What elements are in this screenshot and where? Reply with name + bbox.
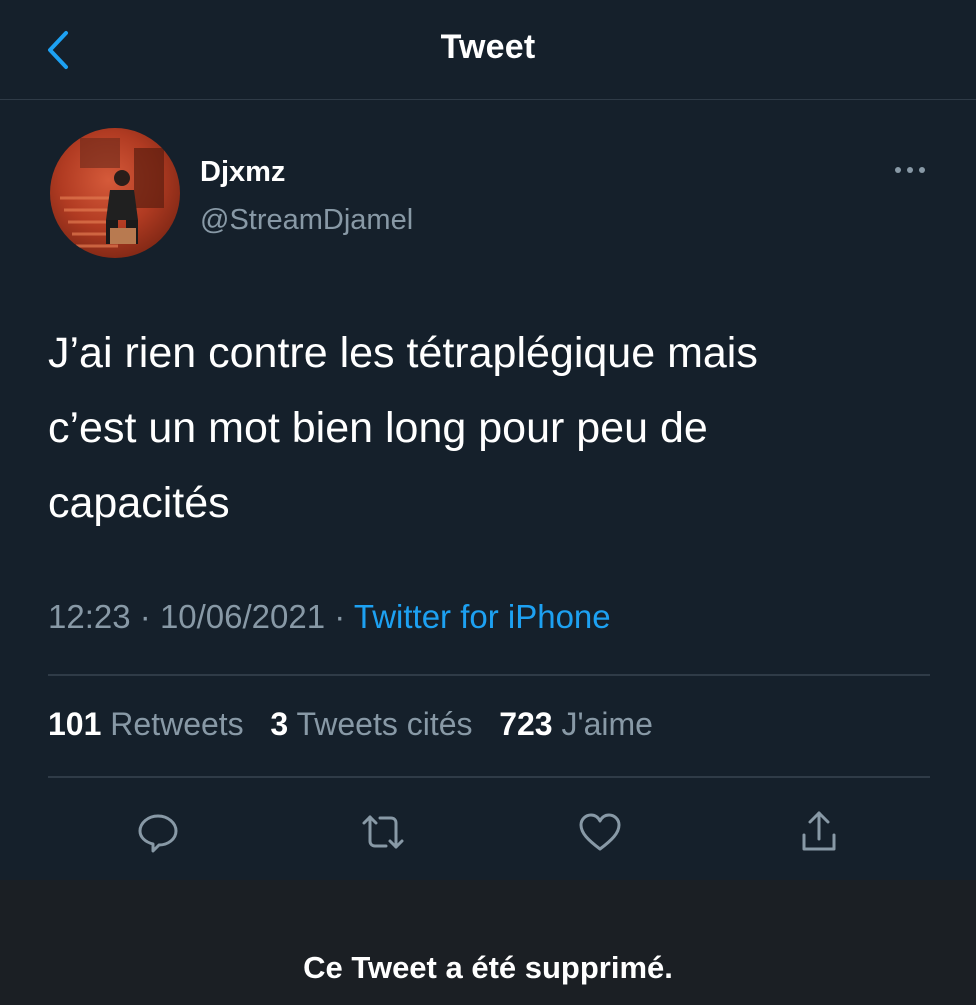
share-button[interactable] bbox=[792, 805, 846, 859]
quotes-label: Tweets cités bbox=[296, 706, 473, 742]
likes-count: 723 bbox=[499, 706, 553, 742]
like-button[interactable] bbox=[573, 805, 627, 859]
reply-icon bbox=[138, 814, 178, 853]
retweet-button[interactable] bbox=[356, 805, 410, 859]
more-options-button[interactable] bbox=[886, 156, 934, 186]
reply-button[interactable] bbox=[131, 805, 185, 859]
top-bar: Tweet bbox=[0, 0, 976, 100]
quotes-count: 3 bbox=[270, 706, 289, 742]
retweets-stat[interactable]: 101 Retweets bbox=[48, 706, 244, 742]
display-name[interactable]: Djxmz bbox=[200, 156, 285, 189]
tweet-metadata: 12:23 · 10/06/2021 · Twitter for iPhone bbox=[48, 598, 611, 636]
page-title: Tweet bbox=[440, 28, 536, 66]
tweet-text: J’ai rien contre les tétraplégique mais … bbox=[48, 329, 758, 527]
avatar[interactable] bbox=[50, 128, 180, 258]
tweet-time: 12:23 bbox=[48, 598, 131, 635]
likes-label: J'aime bbox=[561, 706, 653, 742]
likes-stat[interactable]: 723 J'aime bbox=[499, 706, 653, 742]
quotes-stat[interactable]: 3 Tweets cités bbox=[270, 706, 472, 742]
share-icon bbox=[802, 811, 836, 851]
more-dots-icon bbox=[895, 167, 925, 173]
tweet-date: 10/06/2021 bbox=[159, 598, 326, 635]
retweets-label: Retweets bbox=[110, 706, 244, 742]
meta-separator: · bbox=[139, 598, 151, 635]
deleted-message: Ce Tweet a été supprimé. bbox=[303, 950, 673, 985]
tweet-source-link[interactable]: Twitter for iPhone bbox=[354, 598, 611, 635]
divider bbox=[48, 674, 930, 676]
meta-separator: · bbox=[334, 598, 346, 635]
tweet-stats: 101 Retweets 3 Tweets cités 723 J'aime bbox=[48, 706, 653, 743]
like-icon bbox=[579, 813, 621, 851]
retweet-icon bbox=[362, 815, 404, 849]
retweets-count: 101 bbox=[48, 706, 102, 742]
user-handle[interactable]: @StreamDjamel bbox=[200, 204, 413, 237]
deleted-banner bbox=[0, 880, 976, 1005]
divider bbox=[48, 776, 930, 778]
avatar-image bbox=[60, 138, 164, 248]
